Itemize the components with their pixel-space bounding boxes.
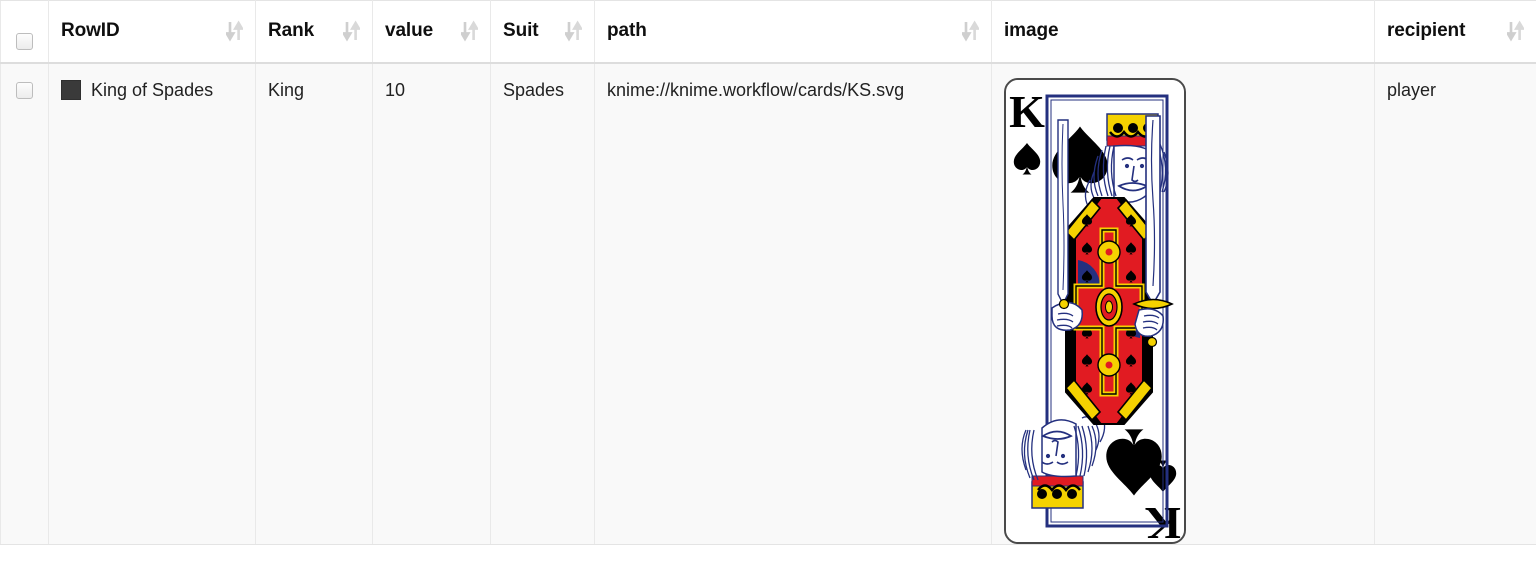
path-value: knime://knime.workflow/cards/KS.svg: [607, 79, 905, 100]
sort-icon-rank[interactable]: [341, 20, 362, 42]
sort-icon-value[interactable]: [459, 20, 480, 42]
king-of-spades-svg: K K: [1006, 79, 1184, 542]
cell-recipient: player: [1374, 62, 1536, 545]
sort-icon-suit[interactable]: [563, 20, 584, 42]
sort-icon-rowid[interactable]: [224, 20, 245, 42]
cell-rowid: King of Spades: [48, 62, 256, 545]
cell-suit: Spades: [490, 62, 595, 545]
header-label-value: value: [385, 20, 434, 42]
select-all-checkbox[interactable]: [16, 33, 33, 51]
rowid-color-swatch: [61, 80, 81, 100]
rank-value: King: [268, 79, 305, 100]
cell-value: 10: [372, 62, 491, 545]
header-cell-recipient[interactable]: recipient: [1374, 0, 1536, 64]
playing-card-image[interactable]: K K: [1004, 77, 1186, 544]
header-label-path: path: [607, 20, 647, 42]
header-cell-value[interactable]: value: [372, 0, 491, 64]
row-select-cell[interactable]: [0, 62, 49, 545]
header-label-suit: Suit: [503, 20, 539, 42]
sort-icon-recipient[interactable]: [1505, 20, 1526, 42]
row-select-checkbox[interactable]: [16, 82, 33, 100]
table-header: RowID Rank value Suit path image recipie…: [0, 0, 1536, 64]
header-label-image: image: [1004, 20, 1059, 42]
recipient-value: player: [1387, 79, 1437, 100]
suit-value: Spades: [503, 79, 565, 100]
rowid-label: King of Spades: [91, 79, 214, 100]
cell-image: K K: [991, 62, 1375, 545]
cell-rank: King: [255, 62, 373, 545]
cell-path: knime://knime.workflow/cards/KS.svg: [594, 62, 992, 545]
header-cell-image[interactable]: image: [991, 0, 1375, 64]
data-table-container: RowID Rank value Suit path image recipie…: [0, 0, 1536, 572]
table-row[interactable]: King of Spades King 10 Spades knime://kn…: [0, 62, 1536, 545]
sort-icon-path[interactable]: [960, 20, 981, 42]
header-cell-suit[interactable]: Suit: [490, 0, 595, 64]
header-label-recipient: recipient: [1387, 20, 1466, 42]
header-row: RowID Rank value Suit path image recipie…: [0, 0, 1536, 64]
data-table: RowID Rank value Suit path image recipie…: [0, 0, 1536, 545]
header-cell-rowid[interactable]: RowID: [48, 0, 256, 64]
header-cell-path[interactable]: path: [594, 0, 992, 64]
header-label-rowid: RowID: [61, 20, 120, 42]
header-select-all-cell[interactable]: [0, 0, 49, 64]
value-value: 10: [385, 79, 406, 100]
table-body: King of Spades King 10 Spades knime://kn…: [0, 62, 1536, 545]
svg-text:K: K: [1009, 86, 1045, 137]
header-cell-rank[interactable]: Rank: [255, 0, 373, 64]
header-label-rank: Rank: [268, 20, 315, 42]
